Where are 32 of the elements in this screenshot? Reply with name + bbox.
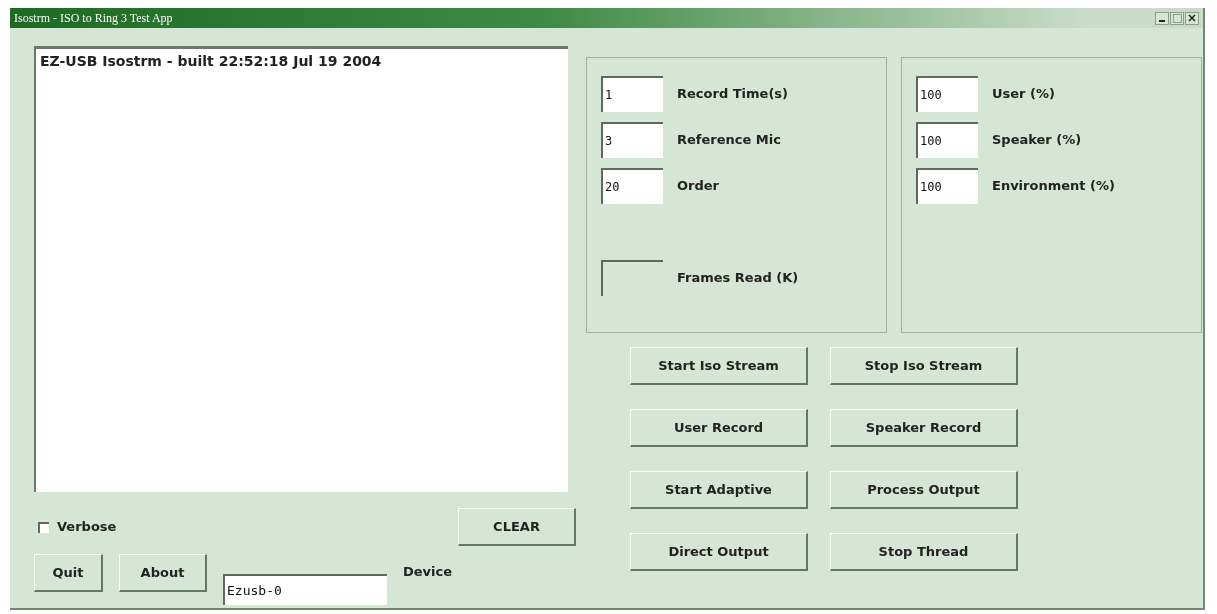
number-field[interactable]: 3 (601, 122, 663, 158)
number-field[interactable]: 100 (916, 76, 978, 112)
number-field[interactable]: 100 (916, 168, 978, 204)
minimize-icon[interactable] (1155, 11, 1169, 25)
field-label: Order (677, 177, 719, 196)
field-label: Frames Read (K) (677, 269, 799, 288)
action-button[interactable]: Stop Thread (830, 533, 1018, 571)
window-title: Isostrm - ISO to Ring 3 Test App (14, 10, 173, 27)
number-field[interactable]: 20 (601, 168, 663, 204)
action-button[interactable]: Start Iso Stream (630, 347, 808, 385)
action-button[interactable]: Speaker Record (830, 409, 1018, 447)
field-label: Speaker (%) (992, 131, 1082, 150)
device-label: Device (403, 563, 453, 581)
verbose-checkbox[interactable] (38, 521, 49, 533)
number-field[interactable]: 100 (916, 122, 978, 158)
field-label: Environment (%) (992, 177, 1115, 196)
log-line: EZ-USB Isostrm - built 22:52:18 Jul 19 2004 (40, 52, 383, 71)
field-label: User (%) (992, 85, 1055, 104)
device-field[interactable]: Ezusb-0 (223, 574, 387, 605)
action-button[interactable]: User Record (630, 409, 808, 447)
field-label: Record Time(s) (677, 85, 788, 104)
action-button[interactable]: Direct Output (630, 533, 808, 571)
number-field[interactable]: 1 (601, 76, 663, 112)
quit-button[interactable]: Quit (34, 554, 103, 592)
action-button[interactable]: Process Output (830, 471, 1018, 509)
close-icon[interactable] (1185, 11, 1199, 25)
about-button[interactable]: About (119, 554, 207, 592)
action-button[interactable]: Stop Iso Stream (830, 347, 1018, 385)
verbose-label: Verbose (57, 518, 117, 537)
clear-button[interactable]: CLEAR (458, 508, 576, 546)
field-label: Reference Mic (677, 131, 781, 150)
action-button[interactable]: Start Adaptive (630, 471, 808, 509)
